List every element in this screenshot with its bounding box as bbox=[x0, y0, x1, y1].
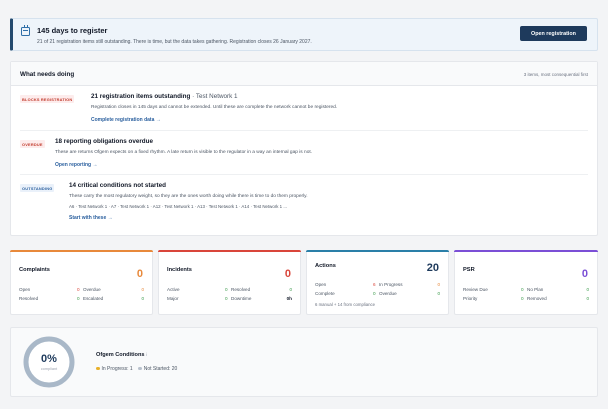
actions-total: 20 bbox=[426, 262, 439, 274]
overdue-badge: OVERDUE bbox=[20, 140, 45, 148]
blocks-registration-badge: BLOCKS REGISTRATION bbox=[20, 95, 75, 103]
card-title: Incidents bbox=[167, 267, 192, 273]
open-registration-button[interactable]: Open registration bbox=[520, 26, 587, 41]
stat-row: Review Due 0 No Plan 0 bbox=[463, 287, 589, 292]
conditions-title: Ofgem Conditions i bbox=[96, 352, 148, 358]
stat-row: Resolved 0 Escalated 0 bbox=[19, 296, 144, 301]
psr-total: 0 bbox=[581, 268, 588, 280]
stat-row: Major 0 Downtime 0h bbox=[167, 296, 292, 301]
card-title: PSR bbox=[463, 267, 475, 273]
stat-row: Open 0 Overdue 0 bbox=[19, 287, 144, 292]
in-progress-dot bbox=[96, 366, 100, 371]
card-accent-bar bbox=[10, 250, 153, 252]
stat-row: Complete 0 Overdue 0 bbox=[315, 291, 440, 296]
stat-row: Active 0 Resolved 0 bbox=[167, 287, 292, 292]
ofgem-conditions-panel[interactable]: 0% compliant Ofgem Conditions i In Progr… bbox=[10, 327, 598, 397]
complaints-card[interactable]: Complaints 0 Open 0 Overdue 0 Resolved 0… bbox=[10, 250, 153, 315]
psr-card[interactable]: PSR 0 Review Due 0 No Plan 0 Priority 0 … bbox=[454, 250, 598, 315]
outstanding-badge: OUTSTANDING bbox=[20, 184, 55, 192]
card-accent-bar bbox=[306, 250, 449, 252]
incidents-total: 0 bbox=[284, 268, 291, 280]
task-title: 14 critical conditions not started bbox=[69, 182, 166, 189]
complete-registration-link[interactable]: Complete registration data → bbox=[91, 117, 161, 123]
task-description: Registration closes in 145 days and cann… bbox=[91, 105, 338, 110]
divider bbox=[20, 130, 588, 131]
not-started-count: Not Started: 20 bbox=[143, 366, 178, 372]
panel-title: What needs doing bbox=[20, 71, 75, 78]
stat-row: Priority 0 Removed 0 bbox=[463, 296, 589, 301]
open-reporting-link[interactable]: Open reporting → bbox=[55, 162, 98, 168]
incidents-card[interactable]: Incidents 0 Active 0 Resolved 0 Major 0 … bbox=[158, 250, 301, 315]
card-accent-bar bbox=[454, 250, 598, 252]
card-accent-bar bbox=[158, 250, 301, 252]
card-title: Actions bbox=[315, 263, 336, 269]
not-started-dot bbox=[138, 366, 142, 371]
panel-header: What needs doing 3 items, most consequen… bbox=[11, 62, 597, 86]
info-icon: i bbox=[146, 352, 148, 357]
task-title: 18 reporting obligations overdue bbox=[55, 138, 153, 145]
stat-row: Open 6 In Progress 0 bbox=[315, 282, 440, 287]
start-with-these-link[interactable]: Start with these → bbox=[69, 215, 113, 221]
condition-references: A6 · Test Network 1 · A7 · Test Network … bbox=[69, 204, 287, 209]
actions-card[interactable]: Actions 20 Open 6 In Progress 0 Complete… bbox=[306, 250, 449, 315]
panel-meta: 3 items, most consequential first bbox=[523, 72, 588, 77]
what-needs-doing-panel: What needs doing 3 items, most consequen… bbox=[10, 61, 598, 236]
task-title: 21 registration items outstanding · Test… bbox=[91, 93, 238, 100]
registration-banner: 145 days to register 21 of 21 registrati… bbox=[10, 18, 598, 51]
banner-title: 145 days to register bbox=[37, 26, 108, 35]
task-description: These carry the most regulatory weight, … bbox=[69, 194, 308, 199]
conditions-legend: In Progress: 1 Not Started: 20 bbox=[96, 366, 177, 372]
banner-subtitle: 21 of 21 registration items still outsta… bbox=[37, 39, 312, 45]
compliance-gauge: 0% compliant bbox=[22, 335, 76, 389]
complaints-total: 0 bbox=[136, 268, 143, 280]
card-title: Complaints bbox=[19, 267, 50, 273]
calendar-icon bbox=[21, 25, 30, 36]
actions-note: 6 manual + 14 from compliance bbox=[315, 302, 376, 307]
compliance-label: compliant bbox=[40, 367, 58, 371]
task-description: These are returns Ofgem expects on a fix… bbox=[55, 150, 313, 155]
in-progress-count: In Progress: 1 bbox=[101, 366, 133, 372]
divider bbox=[20, 174, 588, 175]
compliance-percent: 0% bbox=[41, 353, 57, 365]
